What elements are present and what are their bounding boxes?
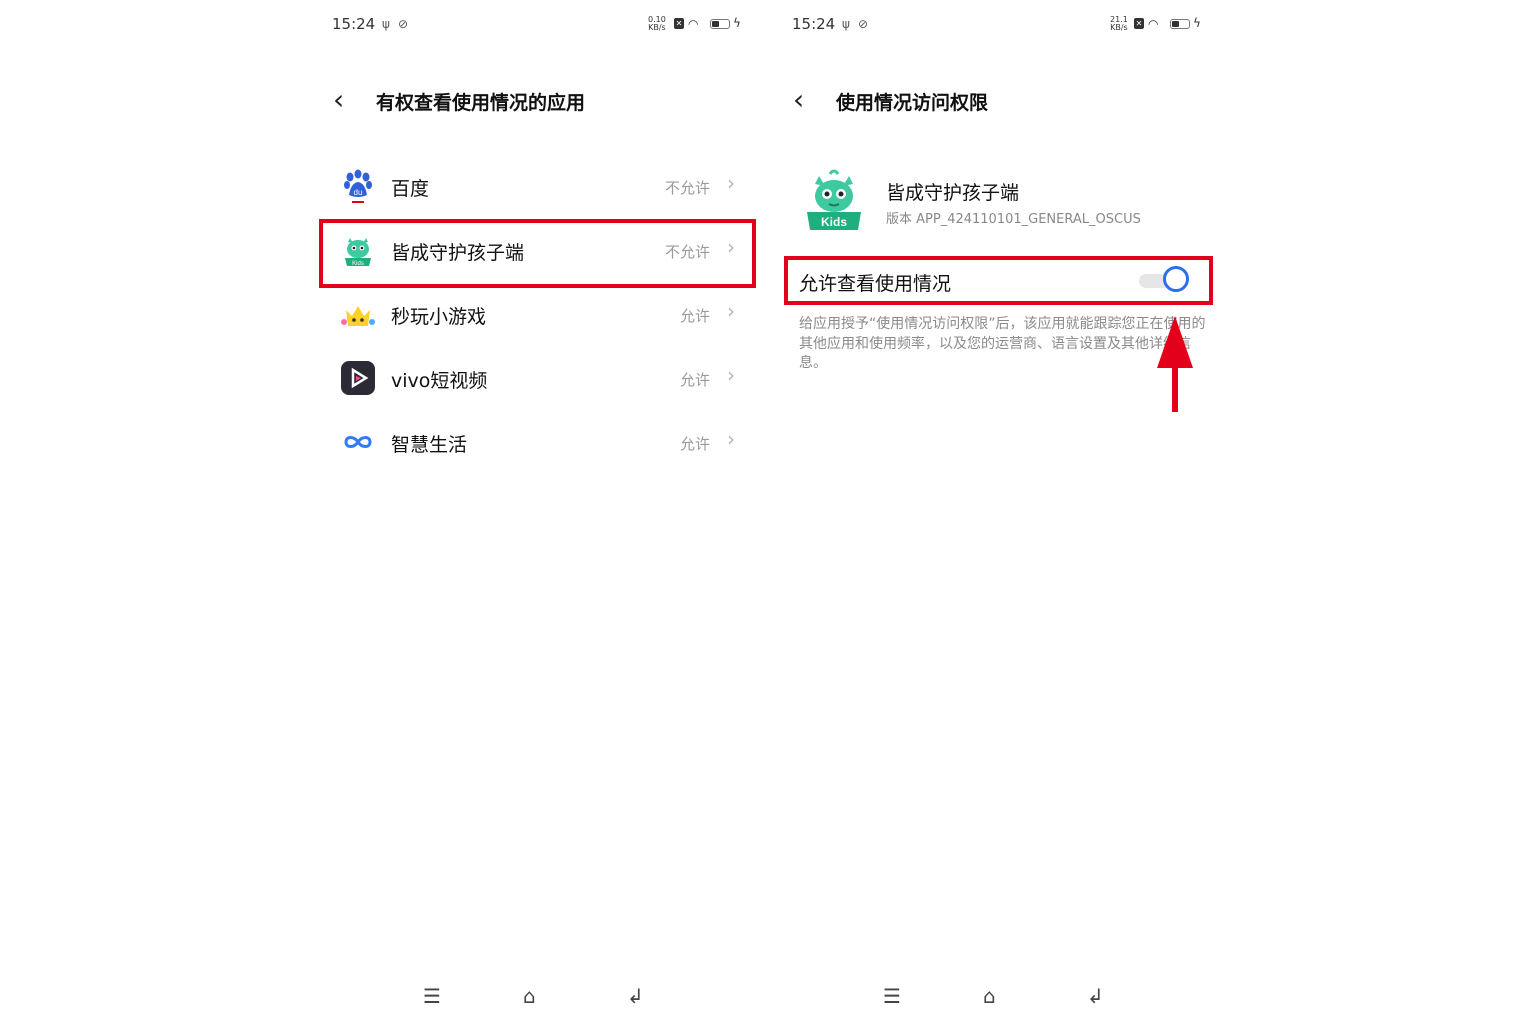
chevron-right-icon: ›	[727, 299, 735, 323]
chevron-right-icon: ›	[727, 427, 735, 451]
app-name: 秒玩小游戏	[391, 306, 487, 328]
baidu-icon-text: du	[354, 188, 363, 197]
app-permission-status: 允许	[679, 371, 710, 389]
app-permission-status: 允许	[679, 307, 710, 325]
nav-bar: ☰ ⌂ ↲	[775, 984, 1215, 1008]
app-name: 皆成守护孩子端	[886, 182, 1020, 204]
chevron-right-icon: ›	[727, 171, 735, 195]
app-list: du 百度 不允许 › Kids 皆成守护孩子端 不允许 › 秒玩小游戏 允许 …	[315, 154, 755, 474]
red-arrow-icon	[1157, 316, 1193, 412]
highlight-box-kids-row	[319, 219, 756, 288]
list-item-baidu[interactable]: du 百度 不允许 ›	[315, 154, 755, 218]
home-icon[interactable]: ⌂	[523, 984, 536, 1008]
sim-icon: ✕	[674, 18, 684, 29]
back-nav-icon[interactable]: ↲	[1087, 984, 1104, 1008]
chevron-right-icon: ›	[727, 363, 735, 387]
wifi-icon: ◠	[1148, 17, 1159, 31]
status-time: 15:24	[332, 15, 376, 33]
infinity-icon	[344, 436, 372, 448]
menu-icon[interactable]: ☰	[423, 984, 441, 1008]
net-speed-unit: KB/s	[1110, 23, 1128, 32]
battery-icon	[1170, 19, 1190, 29]
battery-icon	[710, 19, 730, 29]
baidu-paw-icon: du	[344, 169, 372, 203]
net-speed: 21.1 KB/s	[1110, 16, 1128, 32]
home-icon[interactable]: ⌂	[983, 984, 996, 1008]
page-title: 使用情况访问权限	[836, 92, 989, 114]
net-speed-unit: KB/s	[648, 23, 666, 32]
app-name: 百度	[391, 178, 430, 200]
menu-icon[interactable]: ☰	[883, 984, 901, 1008]
status-bar: 15:24 ψ ⊘ 0.10 KB/s ✕ ◠ ϟ	[332, 14, 741, 36]
permission-description: 给应用授予“使用情况访问权限”后，该应用就能跟踪您正在使用的其他应用和使用频率，…	[799, 316, 1206, 371]
usb-icon: ψ	[382, 17, 390, 31]
wifi-icon: ◠	[688, 17, 699, 31]
usb-icon: ψ	[842, 17, 850, 31]
game-crown-icon	[341, 306, 375, 326]
right-screen: 15:24 ψ ⊘ 21.1 KB/s ✕ ◠ ϟ ‹ 使用情况访问权限 Kid…	[775, 0, 1215, 1024]
kids-monster-icon: Kids	[807, 169, 861, 230]
page-header: ‹ 有权查看使用情况的应用	[333, 84, 737, 118]
app-permission-status: 不允许	[664, 179, 710, 197]
sim-icon: ✕	[1134, 18, 1144, 29]
sync-icon: ⊘	[858, 17, 869, 31]
highlight-box-permission-row	[784, 256, 1213, 305]
list-item-vivo-video[interactable]: vivo短视频 允许 ›	[315, 346, 755, 410]
status-time: 15:24	[792, 15, 836, 33]
list-item-mini-games[interactable]: 秒玩小游戏 允许 ›	[315, 282, 755, 346]
nav-bar: ☰ ⌂ ↲	[315, 984, 755, 1008]
charging-icon: ϟ	[733, 16, 741, 30]
page-header: ‹ 使用情况访问权限	[793, 84, 1197, 118]
net-speed: 0.10 KB/s	[648, 16, 666, 32]
back-nav-icon[interactable]: ↲	[627, 984, 644, 1008]
app-permission-status: 允许	[679, 435, 710, 453]
sync-icon: ⊘	[398, 17, 409, 31]
kids-icon-text: Kids	[821, 215, 847, 229]
back-chevron-icon[interactable]: ‹	[333, 86, 344, 114]
app-name: 智慧生活	[391, 434, 468, 456]
page-title: 有权查看使用情况的应用	[376, 92, 586, 114]
left-screen: 15:24 ψ ⊘ 0.10 KB/s ✕ ◠ ϟ ‹ 有权查看使用情况的应用 …	[315, 0, 755, 1024]
app-version: 版本 APP_424110101_GENERAL_OSCUS	[886, 212, 1141, 227]
app-info: Kids 皆成守护孩子端 版本 APP_424110101_GENERAL_OS…	[803, 168, 1205, 236]
video-play-icon	[341, 361, 375, 395]
back-chevron-icon[interactable]: ‹	[793, 86, 804, 114]
status-bar: 15:24 ψ ⊘ 21.1 KB/s ✕ ◠ ϟ	[792, 14, 1201, 36]
app-name: vivo短视频	[391, 370, 488, 392]
charging-icon: ϟ	[1193, 16, 1201, 30]
list-item-smart-life[interactable]: 智慧生活 允许 ›	[315, 410, 755, 474]
